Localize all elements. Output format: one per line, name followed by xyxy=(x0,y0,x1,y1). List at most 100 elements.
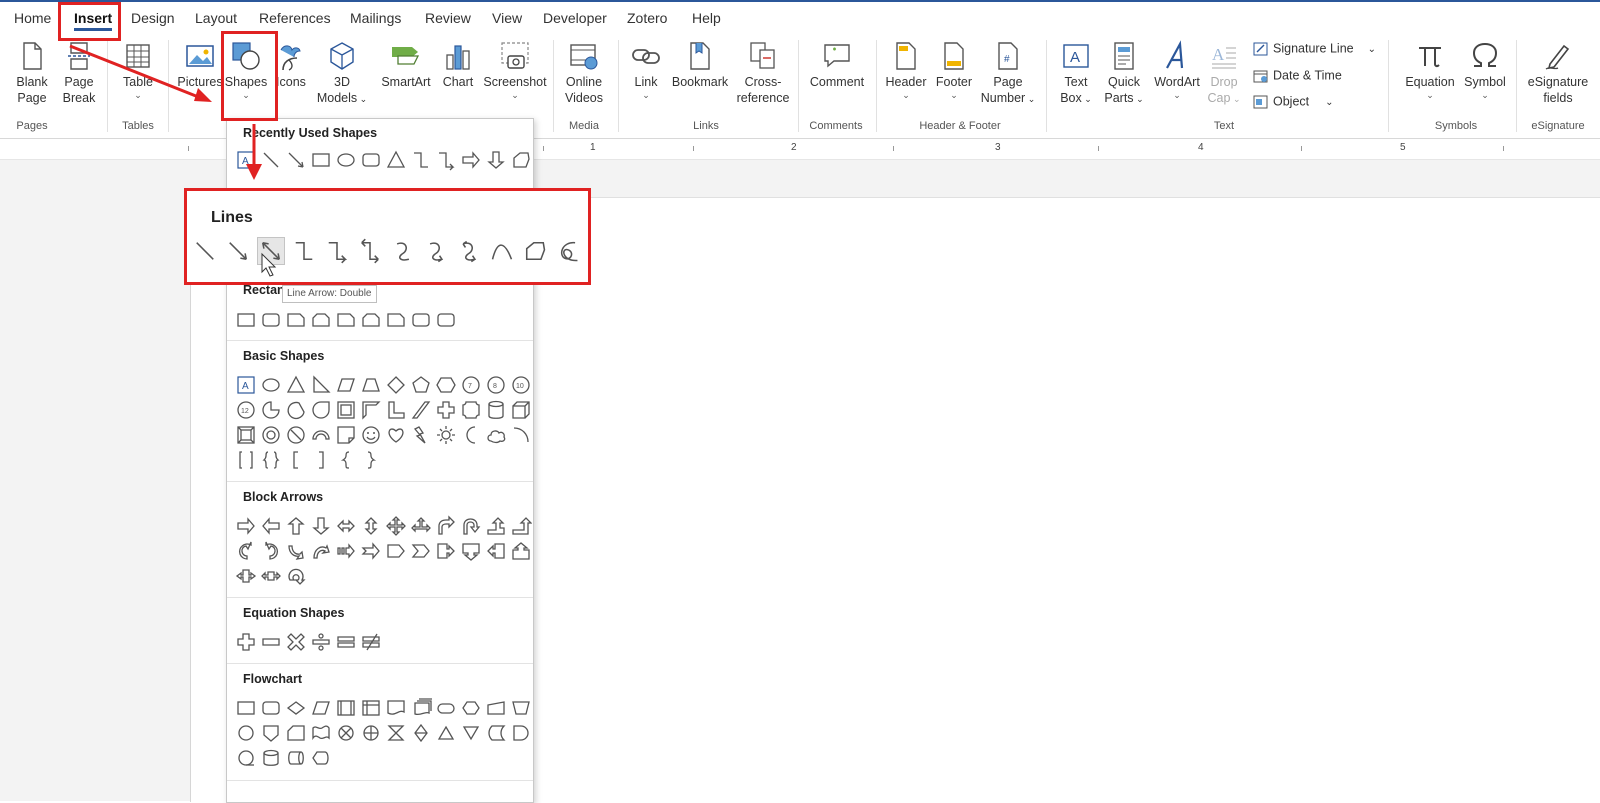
wordart-button[interactable]: WordArt ⌄ xyxy=(1150,40,1204,100)
tab-help[interactable]: Help xyxy=(692,10,721,26)
shape-textbox[interactable]: A xyxy=(235,149,257,171)
shape-fdata[interactable] xyxy=(310,697,332,719)
link-button[interactable]: Link ⌄ xyxy=(623,40,669,100)
shape-fdirect[interactable] xyxy=(285,747,307,769)
line-shape-elbowa[interactable] xyxy=(324,238,350,264)
shape-minus[interactable] xyxy=(260,631,282,653)
shape-lshape[interactable] xyxy=(385,399,407,421)
shape-lbrace[interactable] xyxy=(335,449,357,471)
shape-line[interactable] xyxy=(260,149,282,171)
shape-moon[interactable] xyxy=(460,424,482,446)
shape-fmag[interactable] xyxy=(260,747,282,769)
shape-chord[interactable] xyxy=(285,399,307,421)
tab-design[interactable]: Design xyxy=(131,10,175,26)
shape-arc2[interactable] xyxy=(510,424,532,446)
table-button[interactable]: Table ⌄ xyxy=(114,40,162,100)
shape-fmulti[interactable] xyxy=(410,697,432,719)
shape-chevron[interactable] xyxy=(410,540,432,562)
shape-rbrace[interactable] xyxy=(360,449,382,471)
shape-fdoc[interactable] xyxy=(385,697,407,719)
shape-cdown[interactable] xyxy=(310,540,332,562)
shape-mult[interactable] xyxy=(285,631,307,653)
shape-trap[interactable] xyxy=(360,374,382,396)
comment-button[interactable]: Comment xyxy=(806,40,868,90)
date-time-button[interactable]: Date & Time xyxy=(1253,68,1342,84)
shape-circarr[interactable] xyxy=(285,565,307,587)
smartart-button[interactable]: SmartArt xyxy=(376,40,436,90)
shape-hept[interactable]: 7 xyxy=(460,374,482,396)
shape-fcard[interactable] xyxy=(285,722,307,744)
shape-lrarrow[interactable] xyxy=(335,515,357,537)
shape-equal[interactable] xyxy=(335,631,357,653)
line-shape-curvea[interactable] xyxy=(423,238,449,264)
shape-hex[interactable] xyxy=(435,374,457,396)
shape-sun[interactable] xyxy=(435,424,457,446)
shape-rrect[interactable] xyxy=(410,309,432,331)
shape-fcoll[interactable] xyxy=(385,722,407,744)
shape-can[interactable] xyxy=(485,399,507,421)
screenshot-button[interactable]: Screenshot ⌄ xyxy=(482,40,548,100)
shape-pie[interactable] xyxy=(260,399,282,421)
shape-textbox[interactable]: A xyxy=(235,374,257,396)
shape-fint[interactable] xyxy=(360,697,382,719)
shape-ccw[interactable] xyxy=(235,540,257,562)
esignature-fields-button[interactable]: eSignature fields xyxy=(1522,40,1594,106)
shape-noteq[interactable] xyxy=(360,631,382,653)
quick-parts-button[interactable]: Quick Parts ⌄ xyxy=(1100,40,1148,107)
shape-oval[interactable] xyxy=(335,149,357,171)
shape-halfframe[interactable] xyxy=(360,399,382,421)
shape-fmanop[interactable] xyxy=(510,697,532,719)
online-videos-button[interactable]: Online Videos xyxy=(558,40,610,106)
shape-quad[interactable] xyxy=(385,515,407,537)
shape-snip[interactable] xyxy=(335,309,357,331)
symbol-button[interactable]: Symbol ⌄ xyxy=(1458,40,1512,100)
shape-pentarr[interactable] xyxy=(385,540,407,562)
footer-button[interactable]: Footer ⌄ xyxy=(930,40,978,100)
tab-review[interactable]: Review xyxy=(425,10,471,26)
shape-snip[interactable] xyxy=(385,309,407,331)
shape-dodec[interactable]: 12 xyxy=(235,399,257,421)
shape-fmerge[interactable] xyxy=(460,722,482,744)
shape-fterm[interactable] xyxy=(435,697,457,719)
object-button[interactable]: Object ⌄ xyxy=(1253,94,1334,110)
shape-lup[interactable] xyxy=(485,515,507,537)
shape-snip2[interactable] xyxy=(360,309,382,331)
line-shape-freeform[interactable] xyxy=(522,238,548,264)
shape-fseq[interactable] xyxy=(235,747,257,769)
3d-models-button[interactable]: 3D Models ⌄ xyxy=(316,40,368,107)
shape-arrow[interactable] xyxy=(285,149,307,171)
line-shape-curve[interactable] xyxy=(390,238,416,264)
shape-smiley[interactable] xyxy=(360,424,382,446)
shape-dcall[interactable] xyxy=(460,540,482,562)
shape-cloud[interactable] xyxy=(485,424,507,446)
shape-divide[interactable] xyxy=(310,631,332,653)
shape-tear[interactable] xyxy=(310,399,332,421)
shape-heart[interactable] xyxy=(385,424,407,446)
shape-fdec[interactable] xyxy=(285,697,307,719)
shape-fpre[interactable] xyxy=(335,697,357,719)
shape-snip[interactable] xyxy=(285,309,307,331)
shape-fproc[interactable] xyxy=(235,697,257,719)
shape-cross[interactable] xyxy=(435,399,457,421)
tab-developer[interactable]: Developer xyxy=(543,10,607,26)
line-shape-curved[interactable] xyxy=(456,238,482,264)
tab-mailings[interactable]: Mailings xyxy=(350,10,401,26)
shape-rrect[interactable] xyxy=(260,309,282,331)
shape-fstored[interactable] xyxy=(485,722,507,744)
shape-rbracket[interactable] xyxy=(310,449,332,471)
shape-fdisp[interactable] xyxy=(310,747,332,769)
page-number-button[interactable]: # Page Number ⌄ xyxy=(978,40,1038,107)
shape-pent[interactable] xyxy=(410,374,432,396)
bookmark-button[interactable]: Bookmark xyxy=(670,40,730,90)
shape-falt[interactable] xyxy=(260,697,282,719)
shape-rect[interactable] xyxy=(310,149,332,171)
shape-nosym[interactable] xyxy=(285,424,307,446)
shape-fmanin[interactable] xyxy=(485,697,507,719)
shape-bevel[interactable] xyxy=(235,424,257,446)
text-box-button[interactable]: A Text Box ⌄ xyxy=(1052,40,1100,107)
shape-fprep[interactable] xyxy=(460,697,482,719)
shape-rrect[interactable] xyxy=(360,149,382,171)
shape-diamond[interactable] xyxy=(385,374,407,396)
shape-dbrace[interactable] xyxy=(260,449,282,471)
shape-dbracket[interactable] xyxy=(235,449,257,471)
